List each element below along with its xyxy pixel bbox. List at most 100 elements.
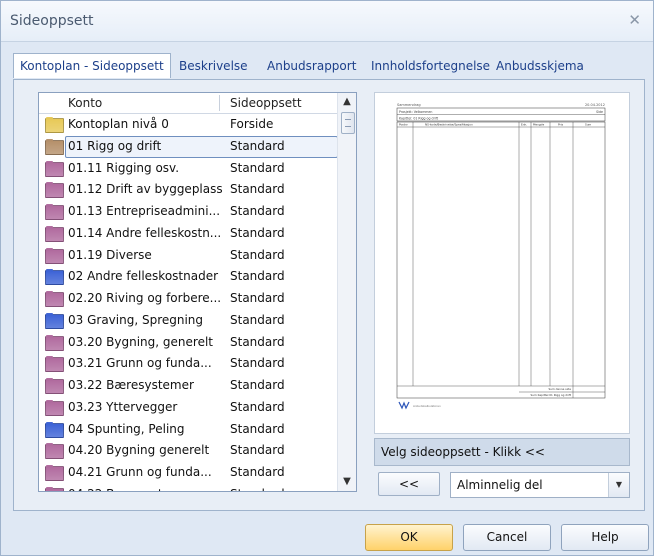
account-name: 01.13 Entrepriseadmini... <box>68 204 221 218</box>
account-name: 01.12 Drift av byggeplass <box>68 182 223 197</box>
page-layout-value: Forside <box>230 117 274 131</box>
folder-icon <box>45 465 64 481</box>
preview-project-label: Prosjekt: Velkommen <box>399 110 432 114</box>
preview-account-label: Kapittel: 01 Rigg og drift <box>399 117 439 121</box>
scroll-up-icon[interactable]: ▲ <box>338 93 356 111</box>
list-item[interactable]: 01.14 Andre felleskostn... Standard <box>39 223 337 245</box>
chevron-down-icon[interactable]: ▼ <box>608 473 629 497</box>
preview-col-enh: Enh. <box>521 123 527 127</box>
account-name: 03.21 Grunn og funda... <box>68 356 212 371</box>
tab-anbudsrapport[interactable]: Anbudsrapport <box>267 59 356 73</box>
list-item[interactable]: Kontoplan nivå 0 Forside <box>39 114 337 136</box>
account-name: 01.11 Rigging osv. <box>68 160 180 175</box>
ok-button[interactable]: OK <box>365 524 453 551</box>
account-name: 03.23 Yttervegger <box>68 399 178 414</box>
preview-logo-text: Anbudskalkulatoren <box>413 404 441 408</box>
list-item[interactable]: 03.20 Bygning, generelt Standard <box>39 332 337 354</box>
folder-icon <box>45 269 64 286</box>
list-item[interactable]: 04.20 Bygning generelt Standard <box>39 440 337 462</box>
list-item[interactable]: 01.19 Diverse Standard <box>39 245 337 267</box>
account-name: Kontoplan nivå 0 <box>68 117 169 131</box>
preview-header-right: 20.04.2012 <box>585 103 605 107</box>
scroll-down-icon[interactable]: ▼ <box>338 473 356 491</box>
column-header-sideoppsett[interactable]: Sideoppsett <box>230 96 302 110</box>
preview-table <box>396 121 606 399</box>
list-item[interactable]: 04.21 Grunn og funda... Standard <box>39 462 337 484</box>
folder-icon <box>45 443 64 460</box>
list-item[interactable]: 03.21 Grunn og funda... Standard <box>39 353 337 375</box>
list-item[interactable]: 01.11 Rigging osv. Standard <box>39 158 337 180</box>
page-layout-value: Standard <box>230 378 285 392</box>
page-layout-value: Standard <box>230 247 285 262</box>
page-layout-value: Standard <box>230 421 285 436</box>
list-item[interactable]: 01.12 Drift av byggeplass Standard <box>39 179 337 201</box>
tab-beskrivelse[interactable]: Beskrivelse <box>179 59 248 73</box>
list-item[interactable]: 01.13 Entrepriseadmini... Standard <box>39 201 337 223</box>
page-layout-value: Standard <box>230 160 285 175</box>
account-list[interactable]: Konto Sideoppsett Kontoplan nivå 0 Forsid… <box>38 92 357 492</box>
account-name: 04.21 Grunn og funda... <box>68 465 212 479</box>
list-item[interactable]: 03.23 Yttervegger Standard <box>39 397 337 419</box>
page-layout-value: Standard <box>230 356 285 371</box>
tab-bar: Kontoplan - Sideoppsett Beskrivelse Anbu… <box>13 53 643 79</box>
folder-icon <box>45 312 64 329</box>
folder-icon <box>45 486 64 491</box>
page-layout-value: Standard <box>230 291 285 305</box>
account-name: 01 Rigg og drift <box>68 138 162 153</box>
preview-col-sum: Sum <box>585 123 592 127</box>
folder-icon <box>45 378 64 394</box>
folder-icon <box>45 182 64 199</box>
list-item[interactable]: 03.22 Bæresystemer Standard <box>39 375 337 397</box>
folder-icon <box>45 204 64 220</box>
account-name: 04.20 Bygning generelt <box>68 443 210 458</box>
list-rows: Kontoplan nivå 0 Forside 01 Rigg og drift S… <box>39 114 338 491</box>
status-text: Velg sideoppsett - Klikk << <box>381 445 545 459</box>
account-name: 02 Andre felleskostnader <box>68 269 219 284</box>
tab-anbudsskjema[interactable]: Anbudsskjema <box>496 59 584 73</box>
account-name: 03.20 Bygning, generelt <box>68 334 213 349</box>
list-item[interactable]: 01 Rigg og drift Standard <box>39 135 338 158</box>
list-item[interactable]: 04.22 Bæresystemer Standard <box>39 484 337 491</box>
page-layout-value: Standard <box>230 465 285 479</box>
preview-footer-line-2: Sum Kapittel 01 Rigg og drift <box>530 393 571 397</box>
account-name: 03 Graving, Spregning <box>68 312 204 327</box>
page-layout-value: Standard <box>230 182 285 197</box>
list-item[interactable]: 02 Andre felleskostnader Standard <box>39 266 337 288</box>
account-name: 01.14 Andre felleskostn... <box>68 225 222 240</box>
apply-layout-button[interactable]: << <box>378 472 440 496</box>
status-bar: Velg sideoppsett - Klikk << <box>374 438 630 466</box>
cancel-button[interactable]: Cancel <box>463 524 551 551</box>
preview-logo-icon <box>398 401 410 410</box>
help-button[interactable]: Help <box>561 524 649 551</box>
page-preview: Sammendrag 20.04.2012 Prosjekt: Velkomme… <box>374 92 630 434</box>
list-item[interactable]: 02.20 Riving og forbere... Standard <box>39 288 337 310</box>
window-title: Sideoppsett <box>10 13 94 29</box>
layout-select[interactable]: Alminnelig del ▼ <box>450 472 630 498</box>
page-layout-value: Standard <box>230 443 285 458</box>
vertical-scrollbar[interactable]: ▲ ▼ <box>337 93 356 491</box>
tab-innholdsfortegnelse[interactable]: Innholdsfortegnelse <box>371 59 490 73</box>
account-name: 03.22 Bæresystemer <box>68 378 194 392</box>
list-item[interactable]: 03 Graving, Spregning Standard <box>39 310 337 332</box>
preview-col-postnr: Postnr <box>399 123 409 127</box>
account-name: 04.22 Bæresystemer <box>68 487 194 491</box>
column-divider[interactable] <box>219 95 220 111</box>
tab-panel: Konto Sideoppsett Kontoplan nivå 0 Forsid… <box>13 79 645 511</box>
preview-side-label: Side <box>596 110 603 114</box>
list-header: Konto Sideoppsett <box>39 93 337 114</box>
page-layout-value: Standard <box>230 138 285 153</box>
page-layout-value: Standard <box>230 312 285 327</box>
scroll-thumb[interactable] <box>341 112 355 134</box>
list-item[interactable]: 04 Spunting, Peling Standard <box>39 419 337 441</box>
preview-col-mengde: Mengde <box>533 123 544 127</box>
close-icon[interactable]: ✕ <box>628 11 641 29</box>
preview-col-beskrivelse: NS-kode/Beskrivelse/Spesifikasjon <box>425 123 473 127</box>
page-layout-value: Standard <box>230 269 285 284</box>
layout-select-value: Alminnelig del <box>457 478 543 492</box>
page-layout-dialog: Sideoppsett ✕ Kontoplan - Sideoppsett Be… <box>0 0 654 556</box>
account-name: 01.19 Diverse <box>68 247 152 262</box>
tab-kontoplan-sideoppsett[interactable]: Kontoplan - Sideoppsett <box>13 53 171 78</box>
folder-icon <box>45 291 64 307</box>
title-bar[interactable]: Sideoppsett ✕ <box>1 1 653 42</box>
column-header-konto[interactable]: Konto <box>68 96 102 110</box>
